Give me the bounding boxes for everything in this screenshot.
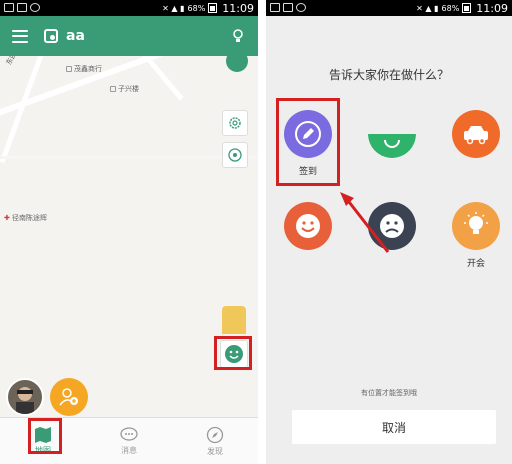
status-bar: ✕ ▲ ▮ 68% 11:09: [266, 0, 512, 16]
nav-discover-label: 发现: [207, 446, 223, 456]
bulb-icon: [452, 202, 500, 250]
user-avatar-icon: [16, 387, 34, 414]
add-friend-button[interactable]: [50, 378, 88, 416]
menu-icon[interactable]: [12, 29, 28, 43]
activity-prompt: 告诉大家你在做什么？: [328, 68, 449, 82]
battery-icon: [208, 3, 218, 13]
battery-percent: 68%: [187, 3, 206, 13]
map-label-building: 子兴楼: [110, 84, 139, 94]
battery-icon: [462, 3, 472, 13]
app-bar: aa: [0, 16, 258, 56]
nav-messages[interactable]: 消息: [86, 418, 172, 464]
activity-meeting[interactable]: 开会: [448, 202, 504, 269]
gear-icon: [229, 117, 241, 129]
activity-happy[interactable]: [280, 202, 336, 268]
cancel-button[interactable]: 取消: [292, 410, 496, 444]
activity-drive[interactable]: [448, 110, 504, 176]
activity-meeting-label: 开会: [466, 259, 485, 269]
highlight-box-map-tab: [28, 418, 62, 454]
checkin-hint: 有位置才能签到哦: [361, 389, 417, 397]
settings-button[interactable]: [222, 110, 248, 136]
battery-percent: 68%: [441, 3, 460, 13]
locate-button[interactable]: [222, 142, 248, 168]
clock: 11:09: [222, 1, 254, 15]
status-bar: ✕ ▲ ▮ 68% 11:09: [0, 0, 258, 16]
nav-discover[interactable]: 发现: [172, 418, 258, 464]
annotation-arrow-icon: [340, 192, 390, 253]
target-icon: [228, 148, 242, 162]
map-label-road: 东四江路: [4, 56, 27, 67]
message-icon: [120, 426, 138, 441]
car-icon: [452, 110, 500, 158]
app-title: aa: [66, 28, 85, 44]
location-pin-icon[interactable]: [226, 56, 248, 72]
notice-tab[interactable]: [222, 306, 246, 334]
avatar[interactable]: [6, 378, 44, 416]
compass-icon: [206, 426, 224, 443]
activity-green[interactable]: [364, 110, 420, 176]
happy-face-icon: [284, 202, 332, 250]
lightbulb-icon[interactable]: [232, 28, 244, 44]
left-phone-screen: ✕ ▲ ▮ 68% 11:09 aa 东四江路 茂鑫商行 子兴楼 ✚径南陈途辉: [0, 0, 258, 464]
nav-messages-label: 消息: [121, 445, 137, 455]
green-face-icon: [368, 110, 416, 158]
group-icon: [44, 29, 58, 43]
highlight-box-emoji: [214, 336, 252, 370]
add-user-icon: [59, 388, 78, 406]
map-label-poi: ✚ 径南陈途辉: [4, 214, 47, 222]
clock: 11:09: [476, 1, 508, 15]
signal-icon: ✕ ▲ ▮: [416, 3, 439, 13]
right-phone-screen: ✕ ▲ ▮ 68% 11:09 告诉大家你在做什么？ 签到 开会 有位置才能签到…: [266, 0, 512, 464]
map-label-store: 茂鑫商行: [66, 64, 102, 74]
screenshot-divider: [258, 0, 266, 464]
highlight-box-checkin: [276, 98, 340, 186]
signal-icon: ✕ ▲ ▮: [162, 3, 185, 13]
